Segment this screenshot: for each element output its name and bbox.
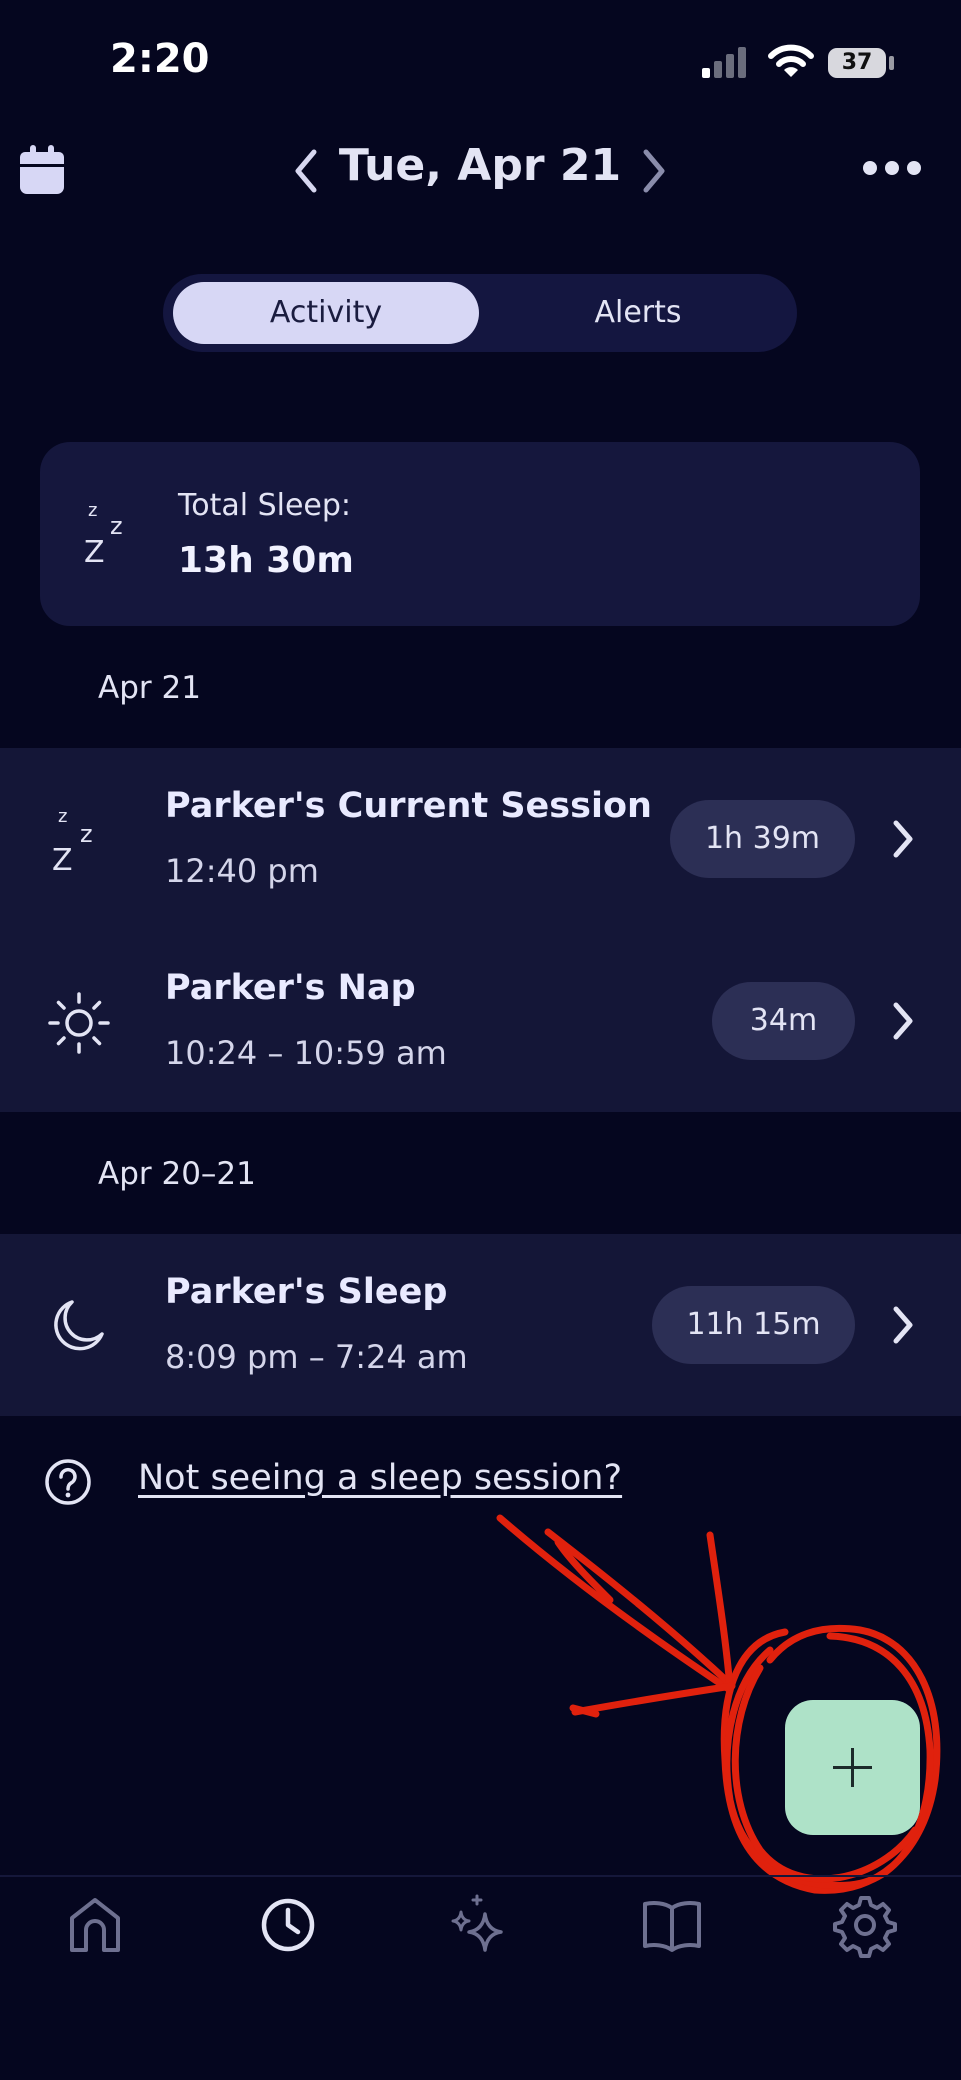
chevron-right-icon[interactable] xyxy=(886,1303,920,1347)
wifi-icon xyxy=(768,44,814,77)
sparkle-icon[interactable] xyxy=(445,1890,515,1960)
page-title[interactable]: Tue, Apr 21 xyxy=(300,140,660,191)
session-time: 12:40 pm xyxy=(165,852,319,890)
plus-icon xyxy=(833,1748,872,1787)
svg-text:Z: Z xyxy=(84,535,105,566)
zzz-icon: z z Z xyxy=(84,500,123,566)
svg-text:Z: Z xyxy=(52,843,73,874)
battery-icon: 37 xyxy=(828,48,886,78)
status-time: 2:20 xyxy=(110,36,210,82)
more-options-icon[interactable] xyxy=(862,158,922,178)
session-title: Parker's Sleep xyxy=(165,1272,448,1312)
add-session-button[interactable] xyxy=(785,1700,920,1835)
svg-text:z: z xyxy=(88,500,97,521)
calendar-icon[interactable] xyxy=(18,144,66,196)
total-sleep-value: 13h 30m xyxy=(178,540,354,581)
home-icon[interactable] xyxy=(60,1890,130,1960)
activity-alerts-toggle: Activity Alerts xyxy=(163,274,797,352)
duration-badge: 1h 39m xyxy=(670,800,855,878)
zzz-icon: z z Z xyxy=(52,806,93,874)
svg-text:z: z xyxy=(80,820,93,848)
session-title: Parker's Current Session xyxy=(165,786,652,826)
total-sleep-card xyxy=(40,442,920,626)
session-time: 8:09 pm – 7:24 am xyxy=(165,1338,468,1376)
battery-level: 37 xyxy=(841,50,873,75)
next-day-button[interactable] xyxy=(638,148,670,194)
gear-icon[interactable] xyxy=(830,1890,900,1960)
svg-text:z: z xyxy=(58,806,67,827)
tab-alerts[interactable]: Alerts xyxy=(485,282,791,344)
chevron-right-icon[interactable] xyxy=(886,817,920,861)
tab-activity[interactable]: Activity xyxy=(173,282,479,344)
sun-icon xyxy=(48,992,110,1054)
svg-text:z: z xyxy=(110,512,123,540)
battery-cap xyxy=(889,56,894,70)
total-sleep-label: Total Sleep: xyxy=(178,488,352,523)
cellular-signal-icon xyxy=(702,47,746,78)
section-header: Apr 21 xyxy=(98,670,201,706)
duration-badge: 11h 15m xyxy=(652,1286,855,1364)
session-time: 10:24 – 10:59 am xyxy=(165,1034,447,1072)
moon-icon xyxy=(54,1300,104,1351)
duration-badge: 34m xyxy=(712,982,855,1060)
tab-bar-divider xyxy=(0,1875,961,1877)
help-icon xyxy=(45,1459,91,1505)
session-title: Parker's Nap xyxy=(165,968,416,1008)
not-seeing-session-link[interactable]: Not seeing a sleep session? xyxy=(138,1458,622,1498)
chevron-right-icon[interactable] xyxy=(886,999,920,1043)
clock-icon[interactable] xyxy=(253,1890,323,1960)
section-header: Apr 20–21 xyxy=(98,1156,256,1192)
book-icon[interactable] xyxy=(637,1890,707,1960)
